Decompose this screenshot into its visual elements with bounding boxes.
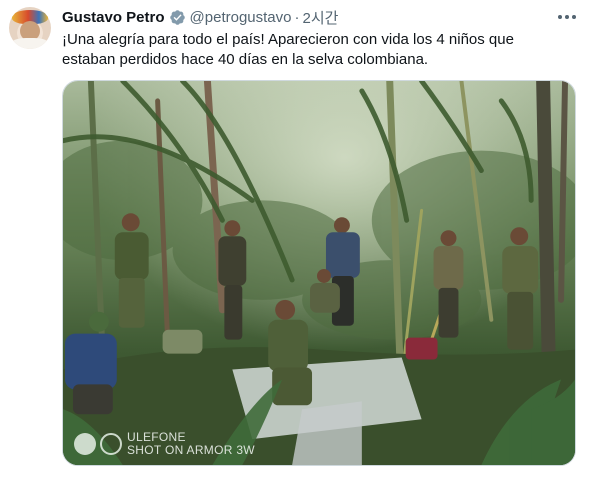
tweet-header: Gustavo Petro @petrogustavo · 2시간 [62, 7, 338, 27]
avatar-shirt [11, 38, 49, 49]
watermark-ring-icon [100, 433, 122, 455]
header-separator: · [294, 8, 300, 26]
author-handle[interactable]: @petrogustavo [190, 9, 292, 26]
more-dot-icon [558, 15, 562, 19]
tweet-card[interactable]: Gustavo Petro @petrogustavo · 2시간 ¡Una a… [0, 0, 591, 478]
watermark-circle-icon [74, 433, 96, 455]
tweet-timestamp[interactable]: 2시간 [302, 7, 338, 28]
more-options-icon[interactable] [556, 8, 578, 26]
more-dot-icon [572, 15, 576, 19]
tweet-text: ¡Una alegría para todo el país! Aparecie… [62, 30, 562, 70]
watermark-logo [74, 433, 122, 455]
watermark-line2: SHOT ON ARMOR 3W [127, 443, 255, 457]
more-dot-icon [565, 15, 569, 19]
avatar[interactable] [9, 7, 51, 49]
verified-badge-icon[interactable] [169, 9, 186, 26]
tweet-text-line: ¡Una alegría para todo el país! Aparecie… [62, 31, 514, 48]
tweet-text-line: estaban perdidos hace 40 días en la selv… [62, 51, 429, 68]
jungle-photo [63, 81, 575, 465]
watermark-text: ULEFONE SHOT ON ARMOR 3W [127, 431, 255, 457]
author-name[interactable]: Gustavo Petro [62, 9, 165, 26]
tweet-photo[interactable]: ULEFONE SHOT ON ARMOR 3W [62, 80, 576, 466]
